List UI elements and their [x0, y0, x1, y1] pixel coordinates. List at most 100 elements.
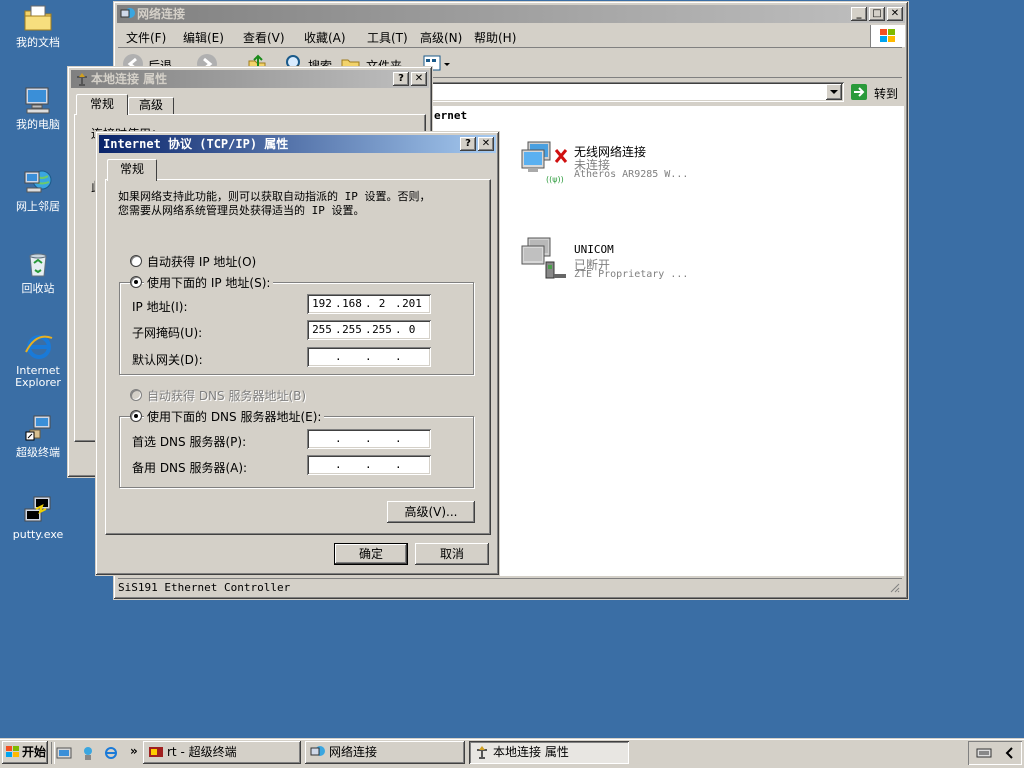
advanced-button[interactable]: 高级(V)... — [387, 501, 475, 523]
svg-text:((ψ)): ((ψ)) — [546, 175, 564, 184]
preferred-dns-label: 首选 DNS 服务器(P): — [132, 435, 247, 449]
network-places-label: 网上邻居 — [16, 200, 60, 213]
start-label: 开始 — [22, 745, 47, 759]
dns-manual-radio[interactable] — [130, 410, 142, 422]
menu-file[interactable]: 文件(F) — [126, 29, 166, 46]
tcpip-tab-panel: 如果网络支持此功能，则可以获取自动指派的 IP 设置。否则， 您需要从网络系统管… — [105, 179, 491, 535]
maximize-button[interactable]: □ — [869, 7, 885, 21]
help-button[interactable]: ? — [393, 72, 409, 86]
hyperterminal-icon — [25, 415, 51, 441]
ok-button[interactable]: 确定 — [334, 543, 408, 565]
task-lan-properties[interactable]: 本地连接 属性 — [469, 741, 629, 764]
folder-documents-icon — [24, 5, 52, 31]
menu-favorites[interactable]: 收藏(A) — [304, 29, 346, 46]
quick-launch-overflow[interactable]: » — [130, 744, 138, 758]
tcpip-description: 如果网络支持此功能，则可以获取自动指派的 IP 设置。否则， 您需要从网络系统管… — [118, 190, 431, 217]
computer-icon — [25, 87, 50, 114]
hyperterminal-desktop-icon[interactable]: 超级终端 — [0, 412, 76, 459]
address-input[interactable] — [426, 82, 844, 102]
ip-octet-1: 192 — [312, 297, 332, 310]
ip-auto-radio[interactable] — [130, 255, 142, 267]
menu-edit[interactable]: 编辑(E) — [183, 29, 224, 46]
tab-advanced[interactable]: 高级 — [128, 97, 174, 115]
wireless-connection-device: Atheros AR9285 W... — [574, 169, 689, 180]
tab-general-label: 常规 — [119, 162, 144, 176]
my-documents-desktop-icon[interactable]: 我的文档 — [0, 2, 76, 49]
hyperterminal-label: 超级终端 — [16, 446, 60, 459]
menu-help[interactable]: 帮助(H) — [474, 29, 516, 46]
unicom-connection-item[interactable]: UNICOM 已断开 ZTE Proprietary ... — [520, 236, 720, 286]
internet-explorer-icon — [25, 335, 53, 359]
ip-octet-3: 2 — [378, 297, 386, 310]
tcpip-dialog-titlebar[interactable]: Internet 协议 (TCP/IP) 属性 ? ✕ — [99, 135, 496, 153]
close-button[interactable]: ✕ — [887, 7, 903, 21]
show-desktop-icon[interactable] — [56, 745, 72, 761]
ip-octet-4: 201 — [402, 297, 422, 310]
desktop: 我的文档 我的电脑 网上邻居 回收站 Internet Explorer 超级终… — [0, 0, 1024, 768]
subnet-mask-field[interactable]: 255 . 255 . 255 . 0 — [307, 320, 431, 340]
ip-auto-label[interactable]: 自动获得 IP 地址(O) — [147, 253, 256, 270]
minimize-button[interactable]: _ — [851, 7, 867, 21]
dns-auto-label: 自动获得 DNS 服务器地址(B) — [147, 389, 307, 403]
chevron-left-icon[interactable] — [1002, 745, 1018, 761]
ip-address-label: IP 地址(I): — [132, 300, 188, 314]
subnet-mask-label: 子网掩码(U): — [132, 326, 203, 340]
lan-properties-title: 本地连接 属性 — [91, 72, 168, 86]
chevron-down-icon — [830, 90, 838, 94]
my-computer-label: 我的电脑 — [16, 118, 60, 131]
taskbar-separator — [51, 742, 55, 764]
resize-grip-icon[interactable] — [888, 581, 900, 593]
status-bar-text: SiS191 Ethernet Controller — [118, 581, 291, 594]
dns-auto-radio[interactable] — [130, 389, 142, 401]
internet-explorer-label: Internet Explorer — [15, 364, 61, 389]
lan-properties-titlebar[interactable]: 本地连接 属性 ? ✕ — [71, 70, 429, 88]
section-header: ernet — [434, 109, 468, 122]
dns-manual-label[interactable]: 使用下面的 DNS 服务器地址(E): — [144, 408, 325, 425]
go-arrow-icon[interactable] — [850, 83, 868, 101]
keyboard-icon[interactable] — [976, 745, 992, 761]
alternate-dns-field[interactable]: . . . — [307, 455, 431, 475]
hyperterminal-icon — [149, 747, 163, 757]
menu-tools[interactable]: 工具(T) — [367, 29, 408, 46]
lan-connection-icon — [77, 73, 87, 86]
wireless-connection-item[interactable]: ((ψ)) 无线网络连接 未连接 Atheros AR9285 W... — [520, 136, 720, 186]
task-network-connections[interactable]: 网络连接 — [305, 741, 465, 764]
my-computer-desktop-icon[interactable]: 我的电脑 — [0, 84, 76, 131]
network-window-titlebar[interactable]: 网络连接 _ □ ✕ — [117, 5, 905, 23]
tab-general[interactable]: 常规 — [76, 94, 128, 115]
ip-octet-2: 168 — [342, 297, 362, 310]
quick-launch-icon[interactable] — [80, 745, 96, 761]
ip-manual-radio[interactable] — [130, 276, 142, 288]
internet-explorer-icon[interactable] — [103, 745, 119, 761]
network-connections-icon — [120, 8, 135, 18]
system-tray — [968, 741, 1022, 765]
go-label[interactable]: 转到 — [874, 85, 898, 102]
recycle-bin-desktop-icon[interactable]: 回收站 — [0, 248, 76, 295]
close-button[interactable]: ✕ — [411, 72, 427, 86]
cancel-button[interactable]: 取消 — [415, 543, 489, 565]
menu-advanced[interactable]: 高级(N) — [420, 29, 462, 46]
lan-connection-icon — [477, 746, 487, 759]
task-hyperterminal[interactable]: rt - 超级终端 — [143, 741, 301, 764]
alternate-dns-label: 备用 DNS 服务器(A): — [132, 461, 248, 475]
help-button[interactable]: ? — [460, 137, 476, 151]
tab-advanced-label: 高级 — [138, 98, 163, 112]
network-places-desktop-icon[interactable]: 网上邻居 — [0, 166, 76, 213]
menu-view[interactable]: 查看(V) — [243, 29, 285, 46]
task-lan-properties-label: 本地连接 属性 — [493, 745, 569, 759]
default-gateway-field[interactable]: . . . — [307, 347, 431, 367]
start-button[interactable]: 开始 — [2, 741, 48, 764]
taskbar: 开始 » rt - 超级终端 网络连接 本地连接 属性 — [0, 738, 1024, 768]
preferred-dns-field[interactable]: . . . — [307, 429, 431, 449]
putty-desktop-icon[interactable]: putty.exe — [0, 494, 76, 541]
tcpip-dialog-title: Internet 协议 (TCP/IP) 属性 — [103, 137, 289, 151]
address-dropdown-button[interactable] — [826, 84, 842, 100]
menu-bar: 文件(F) 编辑(E) 查看(V) 收藏(A) 工具(T) 高级(N) 帮助(H… — [118, 25, 905, 48]
recycle-bin-icon — [29, 253, 47, 277]
tab-general[interactable]: 常规 — [107, 159, 157, 181]
task-hyperterminal-label: rt - 超级终端 — [167, 745, 237, 759]
internet-explorer-desktop-icon[interactable]: Internet Explorer — [0, 330, 76, 389]
close-button[interactable]: ✕ — [478, 137, 494, 151]
ip-manual-label[interactable]: 使用下面的 IP 地址(S): — [144, 274, 274, 291]
ip-address-field[interactable]: 192 . 168 . 2 . 201 — [307, 294, 431, 314]
